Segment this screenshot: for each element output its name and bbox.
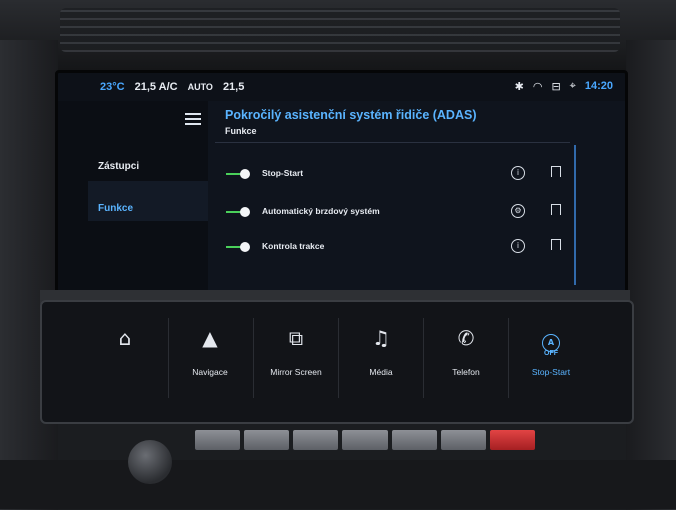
temperature-right[interactable]: 21,5 <box>223 81 244 93</box>
vent-slats <box>60 8 620 52</box>
header-divider <box>215 142 570 143</box>
music-icon: ♫ <box>372 326 390 350</box>
stop-start-button[interactable]: A OFF Stop-Start <box>511 312 591 412</box>
hw-button[interactable] <box>293 430 339 450</box>
temperature-left[interactable]: 21,5 A/C <box>135 81 178 93</box>
location-icon: ⌖ <box>569 80 576 92</box>
setting-row-traction: Kontrola trakce i <box>226 237 606 257</box>
setting-row-auto-brake: Automatický brzdový systém ⚙ <box>226 202 606 222</box>
car-icon: ⊟ <box>551 81 561 93</box>
stop-start-label: Stop-Start <box>531 367 571 377</box>
hazard-button[interactable] <box>489 430 535 450</box>
navigation-icon: ▲ <box>202 326 218 350</box>
page-title: Pokročilý asistenční systém řidiče (ADAS… <box>225 108 477 122</box>
scrollbar[interactable] <box>574 145 576 285</box>
auto-climate[interactable]: AUTO <box>188 82 213 92</box>
stop-start-toggle[interactable] <box>226 169 252 179</box>
row-label: Automatický brzdový systém <box>262 206 380 216</box>
media-button[interactable]: ♫ Média <box>341 312 421 412</box>
navigation-button[interactable]: ▲ Navigace <box>170 312 250 412</box>
home-button[interactable]: ⌂ <box>85 312 165 412</box>
volume-knob[interactable] <box>128 440 172 484</box>
phone-button[interactable]: ✆ Telefon <box>426 312 506 412</box>
bluetooth-icon: ✱ <box>514 81 524 93</box>
separator <box>168 318 169 398</box>
dashboard-vent <box>0 0 676 70</box>
adas-panel <box>208 101 625 293</box>
bookmark-icon[interactable] <box>551 166 561 180</box>
navigation-label: Navigace <box>192 367 228 377</box>
menu-icon[interactable] <box>185 113 201 125</box>
phone-icon: ✆ <box>457 326 475 350</box>
sidebar-item-shortcuts[interactable]: Zástupci <box>98 161 139 172</box>
hw-button[interactable] <box>391 430 437 450</box>
traction-toggle[interactable] <box>226 242 252 252</box>
hw-button[interactable] <box>440 430 486 450</box>
media-label: Média <box>369 367 393 377</box>
hw-button[interactable] <box>342 430 388 450</box>
separator <box>508 318 509 398</box>
row-label: Kontrola trakce <box>262 241 325 251</box>
mirror-screen-icon: ⧉ <box>288 326 304 350</box>
mirror-screen-label: Mirror Screen <box>270 367 322 377</box>
hw-button[interactable] <box>244 430 290 450</box>
home-icon: ⌂ <box>118 326 132 350</box>
bookmark-icon[interactable] <box>551 239 561 253</box>
stop-start-icon: A <box>511 326 591 352</box>
info-icon[interactable]: i <box>511 166 525 180</box>
sidebar: Zástupci Funkce <box>58 101 208 293</box>
separator <box>253 318 254 398</box>
status-bar: 23°C 21,5 A/C AUTO 21,5 ✱ ◠ ⊟ ⌖ 14:20 <box>58 73 625 101</box>
hw-button[interactable] <box>195 430 241 450</box>
separator <box>338 318 339 398</box>
sidebar-selection <box>88 181 208 221</box>
settings-icon[interactable]: ⚙ <box>511 204 525 218</box>
row-label: Stop-Start <box>262 168 304 178</box>
page-subtitle: Funkce <box>225 126 257 136</box>
exterior-temperature: 23°C <box>100 81 125 93</box>
bookmark-icon[interactable] <box>551 204 561 218</box>
right-frame <box>626 40 676 510</box>
lower-dashboard <box>0 460 676 509</box>
stop-start-off-badge: OFF <box>544 350 558 357</box>
auto-brake-toggle[interactable] <box>226 207 252 217</box>
mirror-screen-button[interactable]: ⧉ Mirror Screen <box>256 312 336 412</box>
wifi-icon: ◠ <box>532 81 543 93</box>
separator <box>423 318 424 398</box>
hardware-buttons <box>195 430 535 452</box>
setting-row-stop-start: Stop-Start i <box>226 164 606 184</box>
phone-label: Telefon <box>452 367 480 377</box>
status-icons: ✱ ◠ ⊟ ⌖ 14:20 <box>515 80 613 93</box>
info-icon[interactable]: i <box>511 239 525 253</box>
clock: 14:20 <box>584 80 613 92</box>
left-frame <box>0 40 58 510</box>
sidebar-item-functions[interactable]: Funkce <box>98 203 133 214</box>
